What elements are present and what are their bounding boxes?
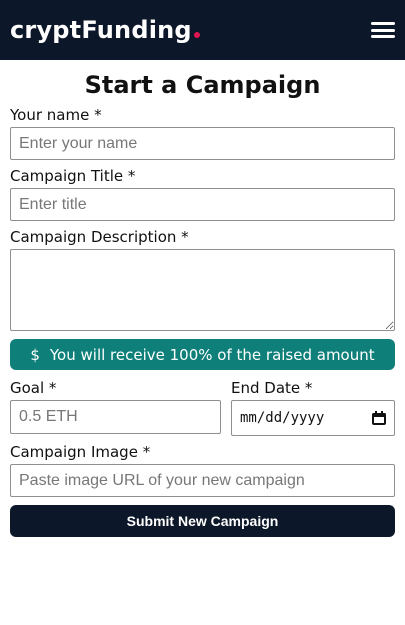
campaign-title-label: Campaign Title * bbox=[10, 167, 136, 185]
campaign-description-textarea[interactable] bbox=[10, 249, 395, 331]
brand-name: cryptFunding bbox=[10, 16, 192, 44]
brand-logo[interactable]: cryptFunding bbox=[10, 16, 200, 44]
goal-date-row: Goal * End Date * mm/dd/yyyy bbox=[10, 372, 395, 436]
campaign-image-input[interactable] bbox=[10, 464, 395, 497]
campaign-image-label: Campaign Image * bbox=[10, 443, 151, 461]
navbar: cryptFunding bbox=[0, 0, 405, 60]
menu-line bbox=[371, 22, 395, 25]
calendar-icon[interactable] bbox=[372, 411, 386, 425]
page-title: Start a Campaign bbox=[84, 71, 321, 99]
end-date-input[interactable]: mm/dd/yyyy bbox=[231, 400, 395, 436]
brand-dot bbox=[193, 32, 200, 38]
campaign-form: Your name * Campaign Title * Campaign De… bbox=[0, 105, 405, 537]
end-date-placeholder: mm/dd/yyyy bbox=[240, 410, 325, 426]
hamburger-menu-icon[interactable] bbox=[371, 20, 395, 40]
goal-field-group: Goal * bbox=[10, 372, 221, 436]
payout-info-text: You will receive 100% of the raised amou… bbox=[49, 345, 375, 364]
dollar-icon: $ bbox=[30, 345, 40, 364]
end-date-label: End Date * bbox=[231, 379, 313, 397]
end-date-field-group: End Date * mm/dd/yyyy bbox=[231, 372, 395, 436]
submit-campaign-button[interactable]: Submit New Campaign bbox=[10, 505, 395, 537]
name-input[interactable] bbox=[10, 127, 395, 160]
menu-line bbox=[371, 35, 395, 38]
campaign-title-input[interactable] bbox=[10, 188, 395, 221]
payout-info-banner: $ You will receive 100% of the raised am… bbox=[10, 339, 395, 370]
goal-label: Goal * bbox=[10, 379, 57, 397]
menu-line bbox=[371, 28, 395, 32]
campaign-description-label: Campaign Description * bbox=[10, 228, 189, 246]
goal-input[interactable] bbox=[10, 400, 221, 434]
name-label: Your name * bbox=[10, 106, 102, 124]
